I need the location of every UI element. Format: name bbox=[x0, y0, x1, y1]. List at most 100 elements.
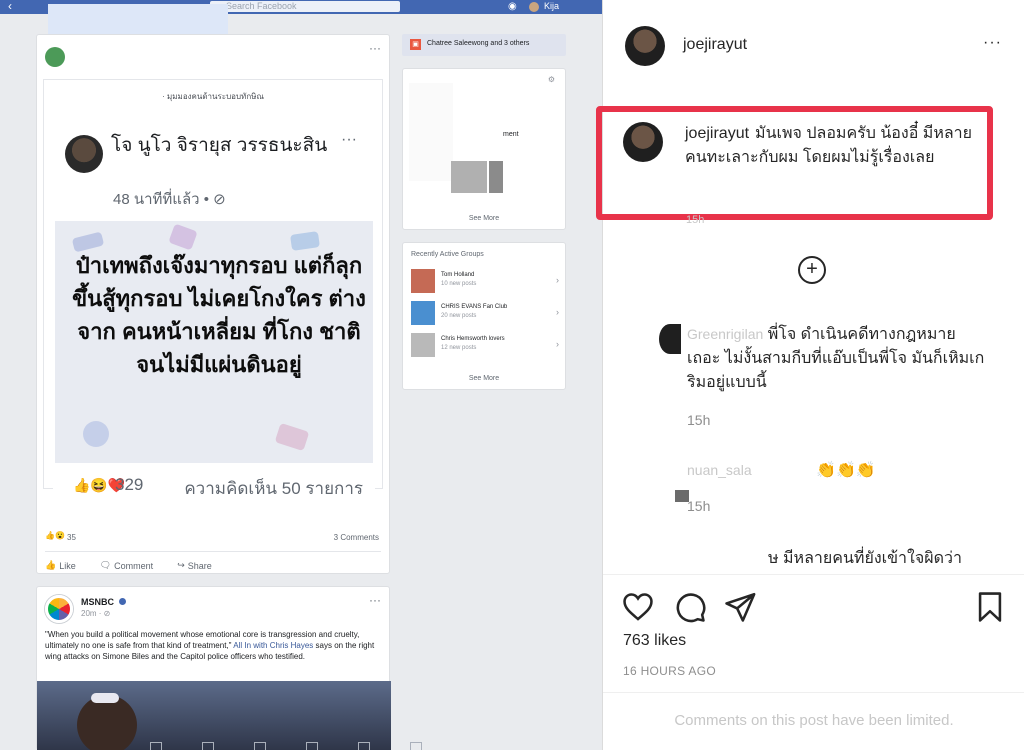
divider bbox=[603, 692, 1024, 693]
comment-body: 👏👏👏 bbox=[816, 462, 876, 479]
comment-bubble-icon[interactable] bbox=[673, 590, 707, 624]
comment-text: nuan_sala 👏👏👏 bbox=[687, 458, 987, 483]
group-name: Chris Hemsworth lovers bbox=[441, 336, 505, 342]
msnbc-logo-icon[interactable] bbox=[45, 595, 73, 623]
screenshot-root: ‹ ⌕ Search Facebook ◉ Kija ··· · มุมมองค… bbox=[0, 0, 1024, 750]
card-text: ment bbox=[503, 131, 519, 138]
feed-post: ··· · มุมมองคนด้านระบอบทักษิณ โจ นูโว จิ… bbox=[36, 34, 390, 574]
comment-username[interactable]: Greenrigilan bbox=[687, 326, 763, 342]
search-placeholder: Search Facebook bbox=[226, 1, 297, 11]
comment-label: Comment bbox=[114, 560, 154, 571]
see-more-link[interactable]: See More bbox=[403, 375, 565, 382]
comment: nuan_sala 👏👏👏 15h bbox=[623, 456, 1003, 526]
chevron-left-icon[interactable]: ‹ bbox=[8, 0, 12, 13]
redaction-block bbox=[660, 540, 768, 574]
nav-notifications-icon[interactable] bbox=[358, 742, 370, 750]
post-author[interactable]: โจ นูโว จิรายุส วรรธนะสิน bbox=[111, 133, 331, 159]
birthday-text[interactable]: Chatree Saleewong and 3 others bbox=[427, 40, 529, 47]
nav-menu-icon[interactable] bbox=[410, 742, 422, 750]
chevron-right-icon: › bbox=[556, 339, 559, 349]
share-icon: ↪ bbox=[177, 560, 185, 570]
facebook-panel: ‹ ⌕ Search Facebook ◉ Kija ··· · มุมมองค… bbox=[0, 0, 602, 750]
more-options-icon[interactable]: ··· bbox=[369, 41, 381, 55]
avatar[interactable] bbox=[625, 26, 665, 66]
group-item[interactable]: CHRIS EVANS Fan Club 20 new posts › bbox=[411, 301, 561, 327]
group-posts: 10 new posts bbox=[441, 281, 477, 287]
highlight-box bbox=[596, 106, 993, 220]
page-name[interactable]: MSNBC bbox=[81, 597, 114, 607]
group-posts: 12 new posts bbox=[441, 345, 477, 351]
group-posts: 20 new posts bbox=[441, 313, 477, 319]
blurred-thumbnail bbox=[489, 161, 503, 193]
feed-post: MSNBC 20m · ⊘ ··· "When you build a poli… bbox=[36, 586, 391, 750]
nav-marketplace-icon[interactable] bbox=[306, 742, 318, 750]
comments-count[interactable]: ความคิดเห็น 50 รายการ bbox=[184, 475, 363, 502]
comment-timestamp: 15h bbox=[686, 214, 705, 226]
chevron-right-icon: › bbox=[556, 275, 559, 285]
chevron-right-icon: › bbox=[556, 307, 559, 317]
post-timestamp: 48 นาทีที่แล้ว • ⊘ bbox=[113, 191, 226, 208]
comment-username[interactable]: nuan_sala bbox=[687, 462, 752, 478]
comment: Greenrigilan พี่โจ ดำเนินคดีทางกฎหมายเถอ… bbox=[623, 320, 1003, 430]
more-options-icon[interactable]: ··· bbox=[341, 131, 357, 149]
decoration bbox=[83, 421, 109, 447]
avatar[interactable] bbox=[659, 324, 681, 354]
share-label: Share bbox=[187, 560, 212, 571]
load-more-comments-button[interactable]: + bbox=[798, 256, 826, 284]
reaction-icons[interactable]: 👍😮 bbox=[45, 531, 65, 540]
share-button[interactable]: ↪ Share bbox=[177, 560, 212, 571]
quote-image: ป๋าเทพถึงเจ๊งมาทุกรอบ แต่ก็ลุกขึ้นสู้ทุก… bbox=[55, 221, 373, 463]
settings-icon[interactable]: ⚙ bbox=[548, 75, 555, 84]
comment-button[interactable]: 🗨 Comment bbox=[100, 560, 153, 571]
post-action-bar: 👍 Like 🗨 Comment ↪ Share bbox=[45, 551, 381, 571]
avatar[interactable] bbox=[65, 135, 103, 173]
quote-text: ป๋าเทพถึงเจ๊งมาทุกรอบ แต่ก็ลุกขึ้นสู้ทุก… bbox=[72, 253, 366, 377]
send-icon[interactable] bbox=[723, 590, 757, 624]
group-thumbnail bbox=[411, 269, 435, 293]
messenger-icon[interactable]: ◉ bbox=[508, 1, 517, 12]
like-button[interactable]: 👍 Like bbox=[45, 560, 76, 571]
decoration bbox=[290, 231, 320, 251]
nav-friends-icon[interactable] bbox=[202, 742, 214, 750]
avatar[interactable] bbox=[529, 2, 539, 12]
suggestion-card: ⚙ ment See More bbox=[402, 68, 566, 230]
reaction-count[interactable]: 35 bbox=[67, 533, 76, 542]
redaction-block bbox=[409, 83, 453, 181]
group-item[interactable]: Chris Hemsworth lovers 12 new posts › bbox=[411, 333, 561, 359]
nav-watch-icon[interactable] bbox=[254, 742, 266, 750]
verified-badge-icon bbox=[119, 598, 126, 605]
bottom-nav-bar bbox=[150, 742, 450, 750]
post-image[interactable] bbox=[37, 681, 391, 750]
comments-count[interactable]: 3 Comments bbox=[334, 533, 379, 542]
comment-body: ษ มีหลายคนที่ยังเข้าใจผิดว่า bbox=[768, 550, 962, 567]
heart-icon[interactable] bbox=[621, 590, 655, 624]
group-thumbnail bbox=[411, 301, 435, 325]
decoration bbox=[168, 223, 198, 251]
image-subject bbox=[77, 695, 137, 750]
groups-title: Recently Active Groups bbox=[411, 251, 484, 258]
more-options-icon[interactable]: ··· bbox=[983, 34, 1002, 52]
post-link[interactable]: All In with Chris Hayes bbox=[233, 641, 313, 650]
reaction-count[interactable]: 329 bbox=[115, 475, 143, 495]
comment-icon: 🗨 bbox=[99, 560, 112, 570]
like-label: Like bbox=[59, 560, 76, 571]
post-timestamp: 20m · ⊘ bbox=[81, 609, 111, 618]
profile-name[interactable]: Kija bbox=[544, 1, 559, 11]
comment-timestamp: 15h bbox=[687, 498, 711, 514]
post-text: "When you build a political movement who… bbox=[45, 629, 385, 662]
likes-count[interactable]: 763 likes bbox=[623, 632, 686, 650]
shared-post[interactable]: โจ นูโว จิรายุส วรรธนะสิน 48 นาทีที่แล้ว… bbox=[53, 121, 375, 521]
see-more-link[interactable]: See More bbox=[403, 215, 565, 222]
post-username[interactable]: joejirayut bbox=[683, 36, 747, 54]
more-options-icon[interactable]: ··· bbox=[369, 593, 381, 607]
bookmark-icon[interactable] bbox=[973, 590, 1007, 624]
comment-text: Greenrigilan พี่โจ ดำเนินคดีทางกฎหมายเถอ… bbox=[687, 322, 987, 395]
group-thumbnail bbox=[411, 333, 435, 357]
post-caption: · มุมมองคนด้านระบอบทักษิณ bbox=[162, 92, 264, 101]
group-name: Tom Holland bbox=[441, 272, 475, 278]
decoration bbox=[274, 422, 310, 452]
nav-home-icon[interactable] bbox=[150, 742, 162, 750]
group-item[interactable]: Tom Holland 10 new posts › bbox=[411, 269, 561, 295]
post-timestamp: 16 HOURS AGO bbox=[623, 664, 716, 678]
avatar[interactable] bbox=[45, 47, 65, 67]
